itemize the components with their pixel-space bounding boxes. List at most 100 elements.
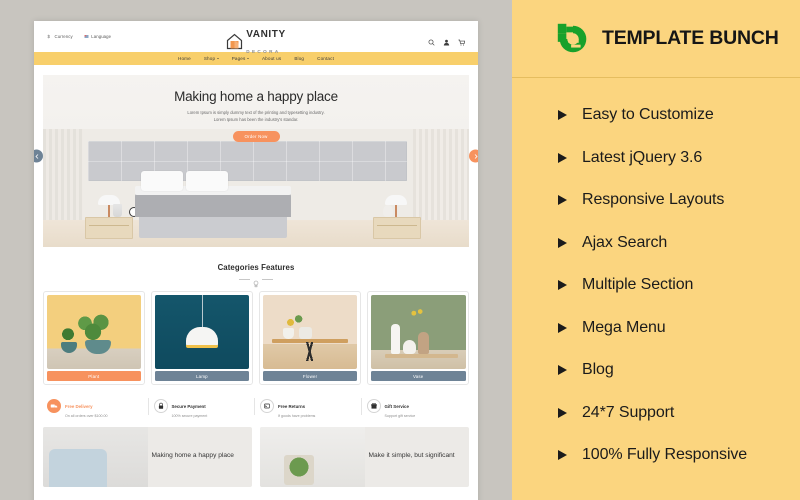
order-now-button[interactable]: Order Now: [232, 130, 280, 143]
carousel-next-button[interactable]: [469, 149, 478, 163]
feature-item-1: Latest jQuery 3.6: [558, 137, 800, 180]
arrow-bullet-icon: [558, 110, 567, 121]
search-icon[interactable]: [428, 33, 435, 46]
hero-carousel: Making home a happy place Lorem Ipsum is…: [34, 65, 478, 247]
arrow-bullet-icon: [558, 407, 567, 418]
chevron-left-icon: [34, 153, 38, 159]
service-secure-payment: Secure Payment 100% secure payment: [147, 395, 257, 418]
arrow-bullet-icon: [558, 237, 567, 248]
services-row: Free Delivery On all orders over $100.00…: [34, 385, 478, 418]
shopping-cart-icon[interactable]: [458, 33, 466, 46]
logo-name: VANITY: [246, 29, 286, 40]
house-logo-icon: [226, 33, 243, 50]
arrow-bullet-icon: [558, 450, 567, 461]
utility-bar-right: [428, 33, 466, 46]
feature-item-2: Responsive Layouts: [558, 179, 800, 222]
nav-label: Home: [177, 56, 191, 61]
promo-banners-row: Making home a happy place Make it simple…: [34, 418, 478, 487]
feature-item-5: Mega Menu: [558, 307, 800, 350]
feature-label: Mega Menu: [582, 318, 666, 336]
feature-item-0: Easy to Customize: [558, 94, 800, 137]
service-free-returns: Free Returns If goods have problems: [254, 395, 363, 418]
section-title: Categories Features: [217, 263, 295, 272]
category-card-flower[interactable]: Flower: [259, 291, 361, 385]
chevron-down-icon: [246, 58, 249, 59]
category-card-lamp[interactable]: Lamp: [151, 291, 253, 385]
service-title: Free Delivery: [65, 403, 93, 409]
service-desc: 100% secure payment: [171, 413, 208, 418]
promo-banner-1[interactable]: Making home a happy place: [43, 426, 252, 487]
template-features-panel: TEMPLATE BUNCH Easy to Customize Latest …: [512, 0, 800, 500]
nav-label: Contact: [317, 56, 334, 61]
bulb-icon: [253, 275, 259, 288]
service-title: Free Returns: [278, 403, 306, 409]
hero-title: Making home a happy place: [174, 89, 338, 104]
carousel-prev-button[interactable]: [34, 149, 43, 163]
category-image: [262, 294, 358, 369]
feature-label: Multiple Section: [582, 276, 694, 294]
hero-subtitle-line1: Lorem Ipsum is simply dummy text of the …: [187, 110, 325, 115]
chevron-right-icon: [474, 153, 478, 159]
hero-slide: Making home a happy place Lorem Ipsum is…: [43, 75, 469, 247]
arrow-bullet-icon: [558, 365, 567, 376]
promo-banner-2[interactable]: Make it simple, but significant: [260, 426, 469, 487]
category-label: Vase: [370, 371, 466, 381]
category-card-vase[interactable]: Vase: [367, 291, 469, 385]
template-bunch-logo-icon: [554, 20, 592, 58]
service-gift-service: Gift Service Support gift service: [360, 395, 470, 418]
nav-item-5[interactable]: Contact: [317, 56, 334, 61]
service-title: Secure Payment: [171, 403, 206, 409]
nav-item-4[interactable]: Blog: [294, 56, 304, 61]
feature-item-3: Ajax Search: [558, 222, 800, 265]
lock-icon: [153, 399, 168, 414]
delivery-truck-icon: [47, 399, 61, 414]
brand-header: TEMPLATE BUNCH: [512, 0, 800, 78]
category-card-plant[interactable]: Plant: [43, 291, 145, 385]
feature-item-4: Multiple Section: [558, 264, 800, 307]
website-preview-pane: $ Currency Language VANITY DECORA Home S…: [0, 0, 512, 500]
feature-label: 24*7 Support: [582, 403, 675, 421]
feature-label: Easy to Customize: [582, 106, 714, 124]
service-desc: Support gift service: [384, 413, 416, 418]
gift-icon: [366, 399, 381, 414]
service-text: Free Delivery On all orders over $100.00: [65, 395, 108, 418]
feature-label: Blog: [582, 361, 614, 379]
feature-list: Easy to Customize Latest jQuery 3.6 Resp…: [512, 78, 800, 500]
return-arrows-icon: [260, 399, 274, 414]
promo-image: [43, 426, 148, 487]
service-free-delivery: Free Delivery On all orders over $100.00: [43, 395, 150, 418]
category-image: [154, 294, 250, 369]
utility-bar: $ Currency Language VANITY DECORA: [34, 21, 478, 54]
bedroom-scene-image: [43, 129, 469, 247]
language-label: Language: [91, 34, 112, 39]
arrow-bullet-icon: [558, 152, 567, 163]
svg-text:$: $: [48, 34, 51, 39]
hero-text-block: Making home a happy place Lorem Ipsum is…: [43, 75, 469, 143]
feature-item-7: 24*7 Support: [558, 392, 800, 435]
promo-text: Making home a happy place: [151, 452, 234, 460]
category-image: [46, 294, 142, 369]
chevron-down-icon: [216, 58, 219, 59]
flag-icon: [84, 34, 89, 39]
language-selector[interactable]: Language: [84, 34, 111, 39]
nav-label: Shop: [203, 56, 216, 61]
feature-label: 100% Fully Responsive: [582, 446, 748, 464]
feature-item-8: 100% Fully Responsive: [558, 434, 800, 477]
category-label: Lamp: [154, 371, 250, 381]
category-image: [370, 294, 466, 369]
nav-item-1[interactable]: Shop: [204, 56, 219, 61]
utility-bar-left: $ Currency Language: [47, 34, 112, 39]
service-text: Secure Payment 100% secure payment: [172, 395, 208, 418]
nav-item-0[interactable]: Home: [178, 56, 191, 61]
service-desc: If goods have problems: [278, 413, 316, 418]
category-label: Flower: [262, 371, 358, 381]
site-logo-text: VANITY DECORA: [246, 25, 286, 57]
feature-label: Ajax Search: [582, 233, 668, 251]
feature-label: Latest jQuery 3.6: [582, 148, 703, 166]
site-logo[interactable]: VANITY DECORA: [226, 25, 286, 57]
feature-item-6: Blog: [558, 349, 800, 392]
user-account-icon[interactable]: [443, 33, 450, 46]
currency-selector[interactable]: $ Currency: [47, 34, 73, 39]
category-label: Plant: [46, 371, 142, 381]
feature-label: Responsive Layouts: [582, 191, 725, 209]
